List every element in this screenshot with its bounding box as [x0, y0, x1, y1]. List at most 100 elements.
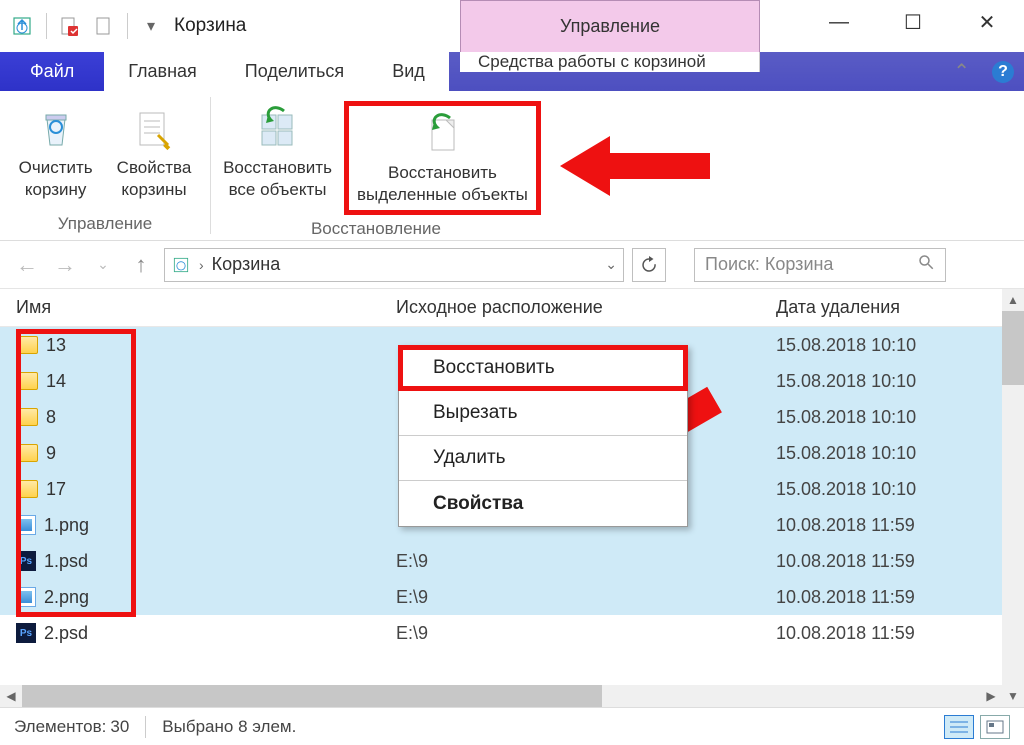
image-file-icon: [16, 515, 36, 535]
psd-file-icon: Ps: [16, 623, 36, 643]
restore-all-icon: [254, 105, 302, 153]
file-name: 14: [46, 371, 66, 392]
file-row[interactable]: 2.pngE:\910.08.2018 11:59: [0, 579, 1002, 615]
ribbon-tabs: Файл Главная Поделиться Вид Средства раб…: [0, 52, 1024, 91]
ribbon-group-manage-label: Управление: [58, 210, 153, 238]
bin-properties-button[interactable]: Свойства корзины: [105, 101, 204, 205]
nav-back-button[interactable]: ←: [12, 250, 42, 280]
window-title: Корзина: [162, 0, 246, 52]
file-date-deleted: 15.08.2018 10:10: [776, 443, 1002, 464]
minimize-button[interactable]: —: [802, 0, 876, 44]
tab-file[interactable]: Файл: [0, 52, 104, 91]
nav-up-button[interactable]: ↑: [126, 250, 156, 280]
quick-access-toolbar: ▾: [0, 0, 162, 52]
file-date-deleted: 10.08.2018 11:59: [776, 551, 1002, 572]
folder-icon: [16, 480, 38, 498]
file-date-deleted: 10.08.2018 11:59: [776, 587, 1002, 608]
divider: [127, 13, 128, 39]
restore-all-button[interactable]: Восстановить все объекты: [211, 101, 344, 205]
column-headers: Имя Исходное расположение Дата удаления: [0, 289, 1024, 327]
nav-recent-button[interactable]: ⌄: [88, 250, 118, 280]
empty-bin-button[interactable]: Очистить корзину: [7, 101, 105, 205]
ctx-restore[interactable]: Восстановить: [399, 346, 687, 391]
bin-properties-icon: [130, 105, 178, 153]
view-large-icons-button[interactable]: [980, 715, 1010, 739]
ribbon-group-restore-label: Восстановление: [311, 215, 441, 243]
empty-bin-icon: [32, 105, 80, 153]
scroll-down-icon[interactable]: ▼: [1002, 685, 1024, 707]
ribbon: Очистить корзину Свойства корзины Управл…: [0, 91, 1024, 241]
ctx-cut[interactable]: Вырезать: [399, 391, 687, 436]
dropdown-icon[interactable]: ▾: [140, 15, 162, 37]
titlebar: ▾ Корзина Управление — ☐ ✕: [0, 0, 1024, 52]
status-elements-count: 30: [110, 717, 129, 737]
address-dropdown-icon[interactable]: ⌄: [605, 256, 617, 273]
image-file-icon: [16, 587, 36, 607]
file-name: 9: [46, 443, 56, 464]
file-date-deleted: 10.08.2018 11:59: [776, 623, 1002, 644]
file-name: 1.psd: [44, 551, 88, 572]
contextual-tab-header: Управление: [460, 0, 760, 52]
scroll-right-icon[interactable]: ▶: [980, 685, 1002, 707]
properties-icon[interactable]: [59, 15, 81, 37]
psd-file-icon: Ps: [16, 551, 36, 571]
file-date-deleted: 15.08.2018 10:10: [776, 371, 1002, 392]
column-name[interactable]: Имя: [16, 297, 396, 318]
nav-forward-button[interactable]: →: [50, 250, 80, 280]
help-icon[interactable]: ?: [992, 61, 1014, 83]
restore-selected-button[interactable]: Восстановить выделенные объекты: [344, 101, 541, 215]
address-box[interactable]: › Корзина ⌄: [164, 248, 624, 282]
search-placeholder: Поиск: Корзина: [705, 254, 833, 275]
window-controls: — ☐ ✕: [802, 0, 1024, 52]
column-original-location[interactable]: Исходное расположение: [396, 297, 776, 318]
file-name: 17: [46, 479, 66, 500]
search-box[interactable]: Поиск: Корзина: [694, 248, 946, 282]
file-row[interactable]: Ps 1.psd E:\910.08.2018 11:59: [0, 543, 1002, 579]
chevron-right-icon[interactable]: ›: [199, 257, 204, 273]
restore-selected-label: Восстановить выделенные объекты: [357, 162, 528, 206]
tab-home[interactable]: Главная: [104, 52, 221, 91]
status-bar: Элементов: 30 Выбрано 8 элем.: [0, 707, 1024, 745]
restore-all-label: Восстановить все объекты: [223, 157, 332, 201]
scroll-up-icon[interactable]: ▲: [1002, 289, 1024, 311]
file-name: 1.png: [44, 515, 89, 536]
horizontal-scrollbar[interactable]: ◀ ▶: [0, 685, 1002, 707]
file-name: 2.psd: [44, 623, 88, 644]
scroll-left-icon[interactable]: ◀: [0, 685, 22, 707]
refresh-button[interactable]: [632, 248, 666, 282]
column-date-deleted[interactable]: Дата удаления: [776, 297, 1024, 318]
file-date-deleted: 15.08.2018 10:10: [776, 335, 1002, 356]
status-elements-label: Элементов:: [14, 717, 106, 737]
recycle-bin-icon: [171, 255, 191, 275]
tab-recycle-tools[interactable]: Средства работы с корзиной: [460, 52, 760, 72]
maximize-button[interactable]: ☐: [876, 0, 950, 44]
folder-icon: [16, 444, 38, 462]
bin-properties-label: Свойства корзины: [117, 157, 192, 201]
file-original-location: E:\9: [396, 623, 776, 644]
empty-bin-label: Очистить корзину: [19, 157, 93, 201]
restore-selected-icon: [418, 110, 466, 158]
new-item-icon[interactable]: [93, 15, 115, 37]
address-bar: ← → ⌄ ↑ › Корзина ⌄ Поиск: Корзина: [0, 241, 1024, 289]
file-name: 2.png: [44, 587, 89, 608]
vertical-scrollbar[interactable]: ▲ ▼: [1002, 289, 1024, 707]
address-text: Корзина: [212, 254, 598, 275]
context-menu: Восстановить Вырезать Удалить Свойства: [398, 345, 688, 527]
folder-icon: [16, 336, 38, 354]
recycle-bin-icon: [10, 14, 34, 38]
ribbon-collapse-icon[interactable]: ⌃: [953, 59, 970, 84]
divider: [46, 13, 47, 39]
file-list-pane: Имя Исходное расположение Дата удаления …: [0, 289, 1024, 707]
ctx-delete[interactable]: Удалить: [399, 436, 687, 481]
annotation-arrow-ribbon: [560, 131, 710, 201]
tab-view[interactable]: Вид: [368, 52, 449, 91]
ctx-properties[interactable]: Свойства: [399, 481, 687, 526]
file-name: 8: [46, 407, 56, 428]
folder-icon: [16, 372, 38, 390]
file-date-deleted: 15.08.2018 10:10: [776, 479, 1002, 500]
tab-share[interactable]: Поделиться: [221, 52, 368, 91]
file-original-location: E:\9: [396, 551, 776, 572]
view-details-button[interactable]: [944, 715, 974, 739]
close-button[interactable]: ✕: [950, 0, 1024, 44]
file-row[interactable]: Ps 2.psd E:\910.08.2018 11:59: [0, 615, 1002, 651]
